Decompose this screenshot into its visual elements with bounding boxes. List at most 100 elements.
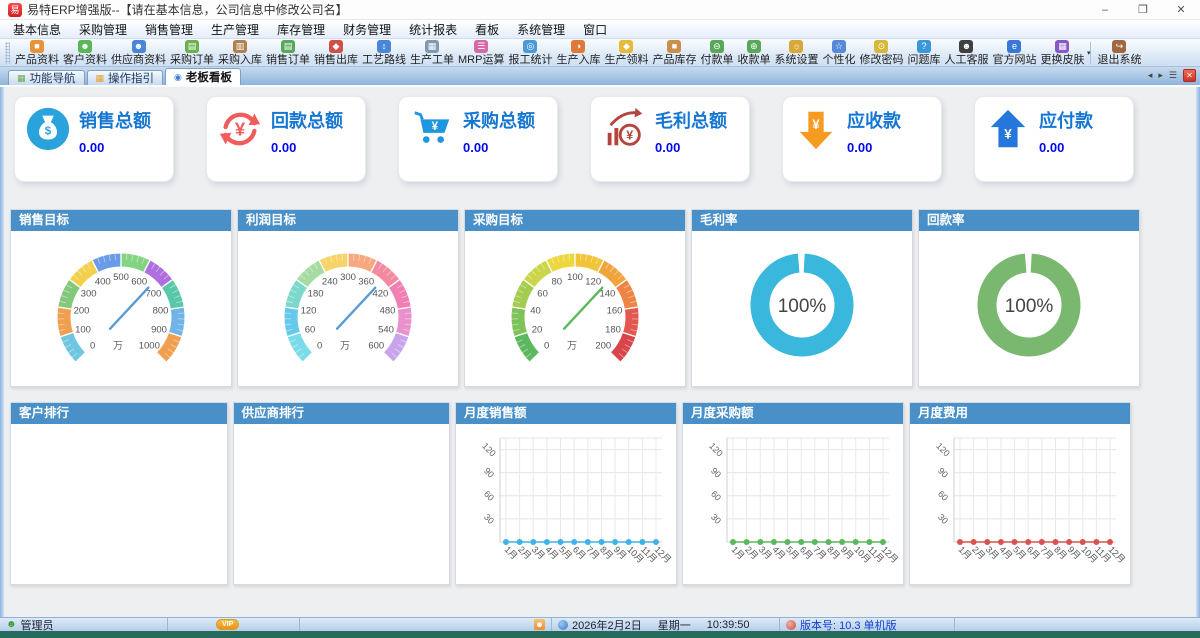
toolbar-button-sales-outbound[interactable]: ◆销售出库 [312, 40, 360, 66]
tab-scroll-right-icon[interactable]: ▸ [1158, 69, 1163, 82]
toolbar-label: 官方网站 [992, 54, 1036, 66]
toolbar-button-supplier-info[interactable]: ☻供应商资料 [109, 40, 168, 66]
panel-body: 01002003004005006007008009001000万 [11, 231, 231, 386]
toolbar-button-website[interactable]: e官方网站 [990, 40, 1038, 66]
menu-item-window[interactable]: 窗口 [574, 21, 616, 38]
svg-text:200: 200 [595, 340, 611, 351]
restore-icon[interactable]: ❐ [1124, 0, 1162, 20]
panel-title: 销售目标 [11, 210, 231, 231]
toolbar-button-change-password[interactable]: ⊙修改密码 [857, 40, 905, 66]
menu-item-inventory-mgmt[interactable]: 库存管理 [268, 21, 334, 38]
svg-text:0: 0 [544, 340, 549, 351]
svg-text:6月: 6月 [571, 544, 588, 561]
toolbar-label: 收款单 [737, 54, 770, 66]
toolbar-button-work-order[interactable]: ▦生产工单 [408, 40, 456, 66]
toolbar-button-purchase-inbound[interactable]: ▥采购入库 [216, 40, 264, 66]
tab-operation-guide[interactable]: ▦操作指引 [87, 70, 164, 85]
menu-item-dashboard[interactable]: 看板 [466, 21, 508, 38]
toolbar-button-material-pick[interactable]: ◆生产领料 [602, 40, 650, 66]
toolbar-button-system-settings[interactable]: ☼系统设置 [772, 40, 820, 66]
toolbar-button-customer-info[interactable]: ☻客户资料 [61, 40, 109, 66]
kpi-card-gross-profit-total: ¥毛利总额0.00 [590, 96, 750, 182]
change-password-icon: ⊙ [874, 40, 888, 53]
toolbar-button-faq[interactable]: ?问题库 [905, 40, 942, 66]
toolbar-button-process-route[interactable]: ↕工艺路线 [360, 40, 408, 66]
window-frame-right [1196, 87, 1200, 617]
user-icon: ☻ [6, 620, 17, 630]
panel-purchase-target: 采购目标020406080100120140160180200万 [464, 209, 686, 387]
kpi-row: $销售总额0.00¥回款总额0.00¥采购总额0.00¥毛利总额0.00¥应收款… [14, 96, 1134, 182]
svg-text:100: 100 [75, 324, 91, 335]
menu-item-report-stats[interactable]: 统计报表 [400, 21, 466, 38]
toolbar-button-mrp-calc[interactable]: ☰MRP运算 [456, 40, 506, 66]
support-avatar-icon[interactable]: ☻ [534, 619, 545, 630]
svg-text:180: 180 [605, 324, 621, 335]
toolbar-button-receipt-bill[interactable]: ⊕收款单 [735, 40, 772, 66]
toolbar-button-production-inbound[interactable]: ◑生产入库 [554, 40, 602, 66]
toolbar-button-support[interactable]: ☻人工客服 [942, 40, 990, 66]
svg-text:420: 420 [372, 289, 388, 300]
purchase-order-icon: ▤ [185, 40, 199, 53]
purchase-inbound-icon: ▥ [233, 40, 247, 53]
svg-text:5月: 5月 [1011, 544, 1028, 561]
system-settings-icon: ☼ [789, 40, 803, 53]
svg-text:200: 200 [74, 306, 90, 317]
process-route-icon: ↕ [377, 40, 391, 53]
close-icon[interactable]: ✕ [1162, 0, 1200, 20]
toolbar-label: 付款单 [700, 54, 733, 66]
toolbar-button-sales-order[interactable]: ▤销售订单 [264, 40, 312, 66]
sales-outbound-icon: ◆ [329, 40, 343, 53]
panel-body [11, 424, 227, 584]
svg-text:120: 120 [301, 306, 317, 317]
line-chart: 3060901201月2月3月4月5月6月7月8月9月10月11月12月 [910, 424, 1130, 584]
toolbar-label: 系统设置 [774, 54, 818, 66]
svg-text:500: 500 [113, 272, 129, 283]
tab-function-nav[interactable]: ▦功能导航 [8, 70, 85, 85]
menu-item-sales-mgmt[interactable]: 销售管理 [136, 21, 202, 38]
menu-item-production-mgmt[interactable]: 生产管理 [202, 21, 268, 38]
toolbar-label: 更换皮肤 [1040, 54, 1084, 66]
toolbar-button-product-stock[interactable]: ■产品库存 [650, 40, 698, 66]
tab-boss-dashboard[interactable]: ◉老板看板 [165, 68, 241, 85]
menu-item-basic-info[interactable]: 基本信息 [4, 21, 70, 38]
toolbar-label: 报工统计 [508, 54, 552, 66]
tab-close-icon[interactable]: ✕ [1183, 69, 1196, 82]
toolbar-grip-handle[interactable] [5, 42, 10, 64]
svg-text:1月: 1月 [957, 544, 974, 561]
svg-text:90: 90 [709, 466, 723, 480]
svg-text:3月: 3月 [757, 544, 774, 561]
window-title: 易特ERP增强版--【请在基本信息，公司信息中修改公司名】 [27, 1, 348, 18]
menu-item-finance-mgmt[interactable]: 财务管理 [334, 21, 400, 38]
svg-text:万: 万 [340, 341, 350, 352]
kpi-title: 毛利总额 [655, 109, 727, 133]
svg-text:300: 300 [81, 289, 97, 300]
toolbar-button-personalize[interactable]: ☆个性化 [820, 40, 857, 66]
tab-list-icon[interactable]: ☰ [1169, 69, 1177, 82]
svg-text:60: 60 [709, 489, 723, 503]
tab-scroll-left-icon[interactable]: ◂ [1148, 69, 1153, 82]
kpi-value: 0.00 [847, 140, 901, 155]
chevron-down-icon[interactable]: ▾ [1087, 49, 1091, 57]
svg-text:9月: 9月 [839, 544, 856, 561]
toolbar-button-product-info[interactable]: ■产品资料 [13, 40, 61, 66]
dashboard-tab-icon: ◉ [174, 73, 182, 82]
tab-controls: ◂ ▸ ☰ ✕ [1148, 69, 1196, 82]
svg-text:7月: 7月 [1038, 544, 1055, 561]
menu-item-system-mgmt[interactable]: 系统管理 [508, 21, 574, 38]
statusbar-datetime-cell: 2026年2月2日 星期一 10:39:50 [552, 618, 780, 631]
toolbar-button-purchase-order[interactable]: ▤采购订单 [168, 40, 216, 66]
svg-text:90: 90 [936, 466, 950, 480]
product-stock-icon: ■ [667, 40, 681, 53]
toolbar-label: 供应商资料 [111, 54, 166, 66]
panel-title: 利润目标 [238, 210, 458, 231]
menu-item-purchase-mgmt[interactable]: 采购管理 [70, 21, 136, 38]
toolbar-button-work-report[interactable]: ◎报工统计 [506, 40, 554, 66]
toolbar-button-skin[interactable]: ▦更换皮肤▾ [1038, 40, 1086, 66]
toolbar-button-exit[interactable]: ↪退出系统 [1095, 40, 1143, 66]
window-frame-bottom [0, 631, 1200, 638]
minimize-icon[interactable]: – [1086, 0, 1124, 20]
svg-text:30: 30 [482, 512, 496, 526]
svg-text:¥: ¥ [626, 129, 633, 143]
svg-text:30: 30 [936, 512, 950, 526]
toolbar-button-payment-bill[interactable]: ⊖付款单 [698, 40, 735, 66]
